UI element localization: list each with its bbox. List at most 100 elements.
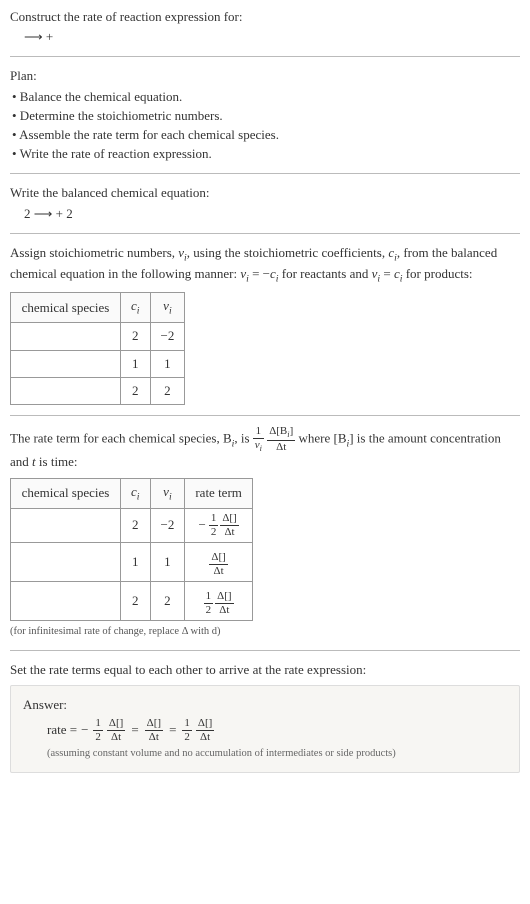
cell-species xyxy=(11,350,121,377)
text: Δt xyxy=(276,441,286,453)
numerator: Δ[Bi] xyxy=(267,426,295,440)
cell-c: 2 xyxy=(121,581,151,620)
col-species: chemical species xyxy=(11,478,121,508)
rate-term-expr: Δ[]Δt xyxy=(209,552,227,577)
denominator: Δt xyxy=(196,730,214,743)
table-header-row: chemical species ci νi xyxy=(11,293,185,323)
plan-bullets: • Balance the chemical equation. • Deter… xyxy=(10,88,520,164)
coefficient-fraction: 12 xyxy=(204,591,214,616)
text: where [B xyxy=(298,431,346,446)
divider xyxy=(10,173,520,174)
delta-fraction: Δ[]Δt xyxy=(220,513,238,538)
intro-equation: ⟶ + xyxy=(10,28,520,46)
rate-expression: rate = − 12 Δ[]Δt = Δ[]Δt = 12 Δ[]Δt xyxy=(23,718,507,743)
text: Assign stoichiometric numbers, xyxy=(10,245,178,260)
cell-rate: 12 Δ[]Δt xyxy=(185,581,253,620)
final-section: Set the rate terms equal to each other t… xyxy=(10,661,520,773)
denominator: νi xyxy=(253,438,264,453)
cell-species xyxy=(11,508,121,542)
text: for products: xyxy=(402,266,472,281)
table-row: 2 2 12 Δ[]Δt xyxy=(11,581,253,620)
table-row: 2 −2 − 12 Δ[]Δt xyxy=(11,508,253,542)
subscript-i: i xyxy=(169,306,172,317)
cell-nu: 2 xyxy=(150,581,185,620)
stoich-table: chemical species ci νi 2 −2 1 1 2 2 xyxy=(10,292,185,405)
numerator: 1 xyxy=(182,718,192,730)
cell-c: 1 xyxy=(121,350,151,377)
denominator: Δt xyxy=(107,730,125,743)
cell-nu: 1 xyxy=(150,542,185,581)
text: = xyxy=(380,266,394,281)
numerator: Δ[] xyxy=(145,718,163,730)
numerator: Δ[] xyxy=(215,591,233,603)
plan-bullet: • Assemble the rate term for each chemic… xyxy=(12,126,520,144)
denominator: 2 xyxy=(209,525,219,538)
rate-term-section: The rate term for each chemical species,… xyxy=(10,426,520,640)
sign: − xyxy=(199,516,206,534)
cell-c: 2 xyxy=(121,377,151,404)
coefficient-fraction: 12 xyxy=(209,513,219,538)
cell-species xyxy=(11,323,121,350)
infinitesimal-note: (for infinitesimal rate of change, repla… xyxy=(10,625,520,640)
col-c: ci xyxy=(121,293,151,323)
denominator: 2 xyxy=(204,603,214,616)
fraction: Δ[Bi] Δt xyxy=(267,426,295,453)
denominator: 2 xyxy=(182,730,192,743)
cell-c: 2 xyxy=(121,323,151,350)
col-rate: rate term xyxy=(185,478,253,508)
cell-nu: 1 xyxy=(150,350,185,377)
divider xyxy=(10,650,520,651)
table-row: 2 −2 xyxy=(11,323,185,350)
table-row: 1 1 Δ[]Δt xyxy=(11,542,253,581)
plan-bullet: • Write the rate of reaction expression. xyxy=(12,145,520,163)
cell-c: 2 xyxy=(121,508,151,542)
subscript-i: i xyxy=(137,306,140,317)
answer-box: Answer: rate = − 12 Δ[]Δt = Δ[]Δt = 12 Δ… xyxy=(10,685,520,773)
col-species: chemical species xyxy=(11,293,121,323)
cell-nu: −2 xyxy=(150,323,185,350)
numerator: 1 xyxy=(204,591,214,603)
balanced-heading: Write the balanced chemical equation: xyxy=(10,184,520,202)
text: for reactants and xyxy=(279,266,372,281)
sign: − xyxy=(81,721,88,739)
plan-section: Plan: • Balance the chemical equation. •… xyxy=(10,67,520,163)
denominator: Δt xyxy=(267,440,295,453)
equals: = xyxy=(167,721,178,739)
cell-species xyxy=(11,377,121,404)
cell-nu: −2 xyxy=(150,508,185,542)
col-c: ci xyxy=(121,478,151,508)
text: Δ[B xyxy=(269,425,287,437)
text: , using the stoichiometric coefficients, xyxy=(187,245,389,260)
balanced-section: Write the balanced chemical equation: 2 … xyxy=(10,184,520,222)
cell-rate: Δ[]Δt xyxy=(185,542,253,581)
denominator: Δt xyxy=(215,603,233,616)
denominator: Δt xyxy=(209,564,227,577)
cell-c: 1 xyxy=(121,542,151,581)
rate-term-table: chemical species ci νi rate term 2 −2 − … xyxy=(10,478,253,621)
divider xyxy=(10,56,520,57)
fraction: 1 νi xyxy=(253,426,264,453)
numerator: 1 xyxy=(209,513,219,525)
table-row: 2 2 xyxy=(11,377,185,404)
cell-rate: − 12 Δ[]Δt xyxy=(185,508,253,542)
balanced-equation: 2 ⟶ + 2 xyxy=(10,205,520,223)
denominator: Δt xyxy=(145,730,163,743)
denominator: Δt xyxy=(220,525,238,538)
divider xyxy=(10,233,520,234)
text: ] xyxy=(290,425,294,437)
table-row: 1 1 xyxy=(11,350,185,377)
col-nu: νi xyxy=(150,293,185,323)
coefficient-fraction: 12 xyxy=(93,718,103,743)
plan-bullet: • Balance the chemical equation. xyxy=(12,88,520,106)
numerator: 1 xyxy=(93,718,103,730)
plan-bullet: • Determine the stoichiometric numbers. xyxy=(12,107,520,125)
cell-species xyxy=(11,581,121,620)
assumption-note: (assuming constant volume and no accumul… xyxy=(23,747,507,762)
text: The rate term for each chemical species,… xyxy=(10,431,232,446)
coefficient-fraction: 12 xyxy=(182,718,192,743)
numerator: Δ[] xyxy=(209,552,227,564)
cell-species xyxy=(11,542,121,581)
delta-fraction: Δ[]Δt xyxy=(107,718,125,743)
cell-nu: 2 xyxy=(150,377,185,404)
numerator: Δ[] xyxy=(196,718,214,730)
